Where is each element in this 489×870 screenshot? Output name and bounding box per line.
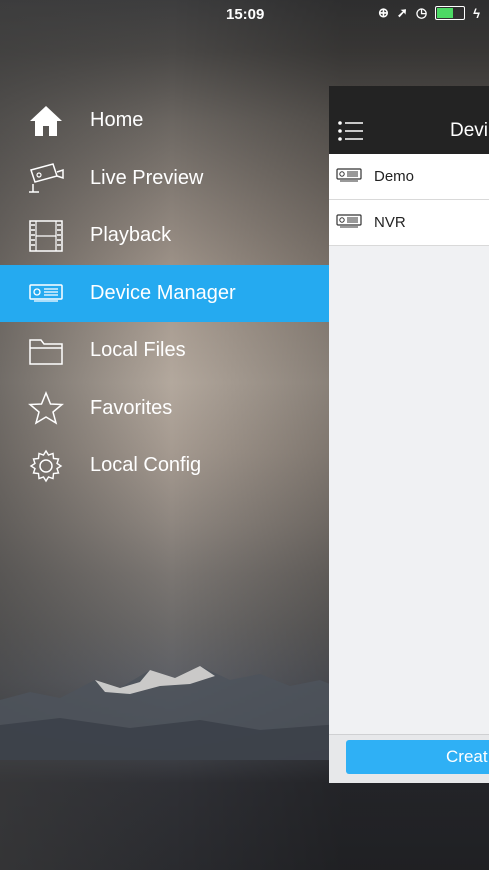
status-time: 15:09 — [226, 6, 265, 23]
menu-item-favorites[interactable]: Favorites — [0, 380, 329, 438]
device-icon — [26, 276, 66, 310]
home-icon — [26, 104, 66, 138]
rotation-lock-icon: ⊕ — [378, 5, 389, 20]
panel-header: Devi — [329, 86, 489, 154]
folder-icon — [26, 334, 66, 368]
status-icons: ⊕ ➚ ◷ ϟ — [378, 5, 480, 21]
battery-icon — [435, 6, 466, 20]
list-menu-icon[interactable] — [337, 120, 365, 147]
device-row[interactable]: NVR — [329, 200, 489, 246]
menu-item-label: Favorites — [90, 396, 173, 419]
menu-item-label: Live Preview — [90, 166, 204, 189]
alarm-icon: ◷ — [415, 5, 428, 20]
panel-footer: Creat — [329, 734, 489, 783]
device-icon — [336, 167, 362, 187]
location-icon: ➚ — [396, 5, 408, 20]
menu-item-live-preview[interactable]: Live Preview — [0, 150, 329, 208]
create-button[interactable]: Creat — [346, 740, 489, 774]
menu-item-label: Local Config — [90, 454, 202, 477]
menu-item-device-manager[interactable]: Device Manager — [0, 264, 329, 322]
gear-icon — [26, 449, 66, 483]
device-name: Demo — [374, 168, 415, 185]
charging-icon: ϟ — [473, 5, 481, 21]
camera-icon — [26, 161, 66, 195]
menu-item-local-files[interactable]: Local Files — [0, 322, 329, 380]
device-icon — [336, 213, 362, 233]
side-menu: Home Live Preview Playback Device Manage… — [0, 92, 329, 495]
status-bar: 15:09 ⊕ ➚ ◷ ϟ — [0, 0, 489, 26]
device-panel: Devi Demo NVR Creat — [329, 86, 489, 783]
menu-item-home[interactable]: Home — [0, 92, 329, 150]
create-button-label: Creat — [446, 747, 488, 766]
film-icon — [26, 219, 66, 253]
menu-item-playback[interactable]: Playback — [0, 207, 329, 265]
menu-item-label: Local Files — [90, 339, 186, 362]
device-row[interactable]: Demo — [329, 154, 489, 200]
mountain-scenery — [0, 666, 340, 760]
menu-item-label: Device Manager — [90, 281, 236, 304]
device-name: NVR — [374, 214, 406, 231]
menu-item-label: Home — [90, 109, 144, 132]
page-title: Devi — [450, 120, 489, 141]
star-icon — [26, 391, 66, 425]
menu-item-local-config[interactable]: Local Config — [0, 437, 329, 495]
menu-item-label: Playback — [90, 224, 172, 247]
